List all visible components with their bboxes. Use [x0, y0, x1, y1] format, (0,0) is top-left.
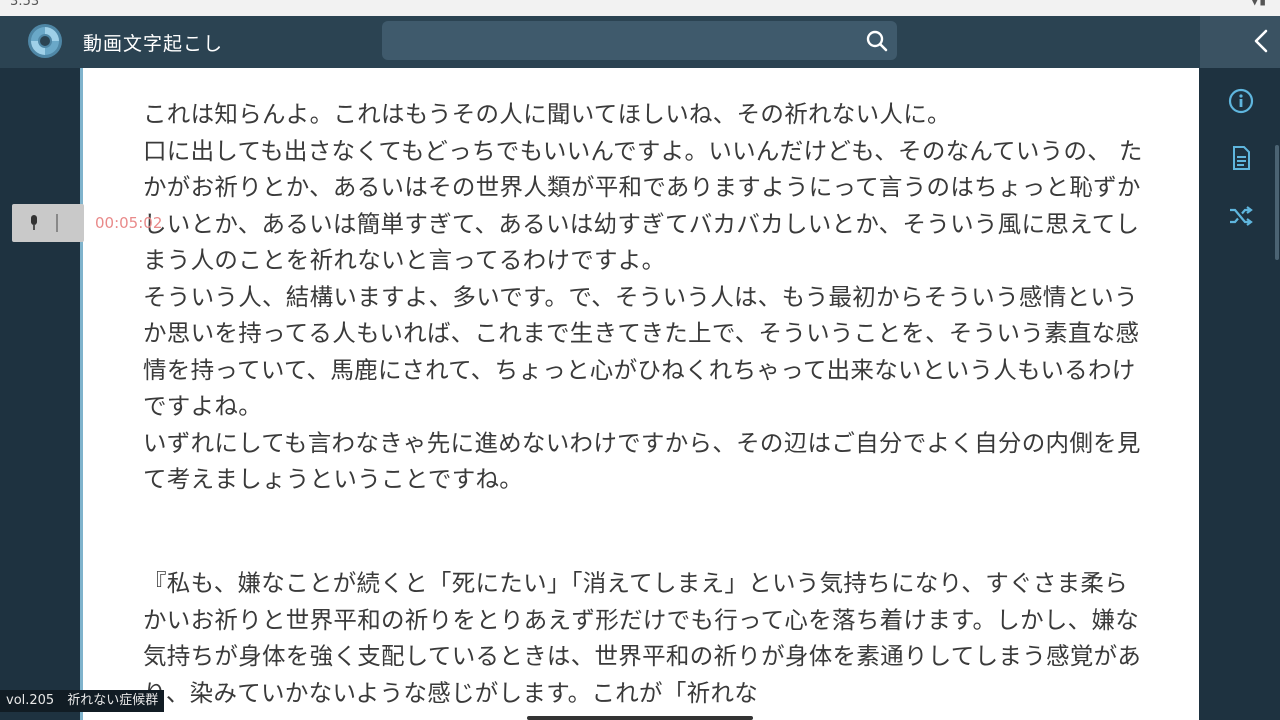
- app-header: 動画文字起こし: [0, 16, 1280, 68]
- status-icons: ▼▮: [1250, 0, 1266, 7]
- document-icon[interactable]: [1228, 145, 1254, 171]
- search-bar[interactable]: [382, 21, 897, 60]
- chevron-left-icon[interactable]: [1250, 28, 1272, 54]
- transcript-paragraph-2: 『私も、嫌なことが続くと「死にたい」「消えてしまえ」という気持ちになり、すぐさま…: [143, 569, 1142, 707]
- status-bar: 3:53 ▼▮: [0, 0, 1280, 16]
- right-rail: [1200, 68, 1280, 720]
- audio-chip-separator: [56, 214, 58, 232]
- shuffle-icon[interactable]: [1228, 203, 1254, 229]
- mic-icon[interactable]: [28, 213, 40, 233]
- transcript-content[interactable]: これは知らんよ。これはもうその人に聞いてほしいね、その祈れない人に。 口に出して…: [83, 68, 1199, 720]
- info-icon[interactable]: [1228, 88, 1254, 114]
- audio-player-chip[interactable]: [12, 204, 84, 242]
- status-time: 3:53: [10, 0, 40, 9]
- app-title: 動画文字起こし: [83, 33, 224, 55]
- left-panel: [0, 68, 80, 720]
- playback-timestamp: 00:05:02: [95, 214, 163, 232]
- content-left-border: [80, 68, 83, 720]
- scrollbar-thumb[interactable]: [1275, 145, 1279, 260]
- home-indicator[interactable]: [527, 716, 753, 720]
- app-logo[interactable]: [26, 22, 64, 60]
- search-icon[interactable]: [865, 29, 889, 53]
- episode-label: vol.205 祈れない症候群: [0, 690, 165, 712]
- transcript-paragraph-1: これは知らんよ。これはもうその人に聞いてほしいね、その祈れない人に。 口に出して…: [143, 100, 1143, 493]
